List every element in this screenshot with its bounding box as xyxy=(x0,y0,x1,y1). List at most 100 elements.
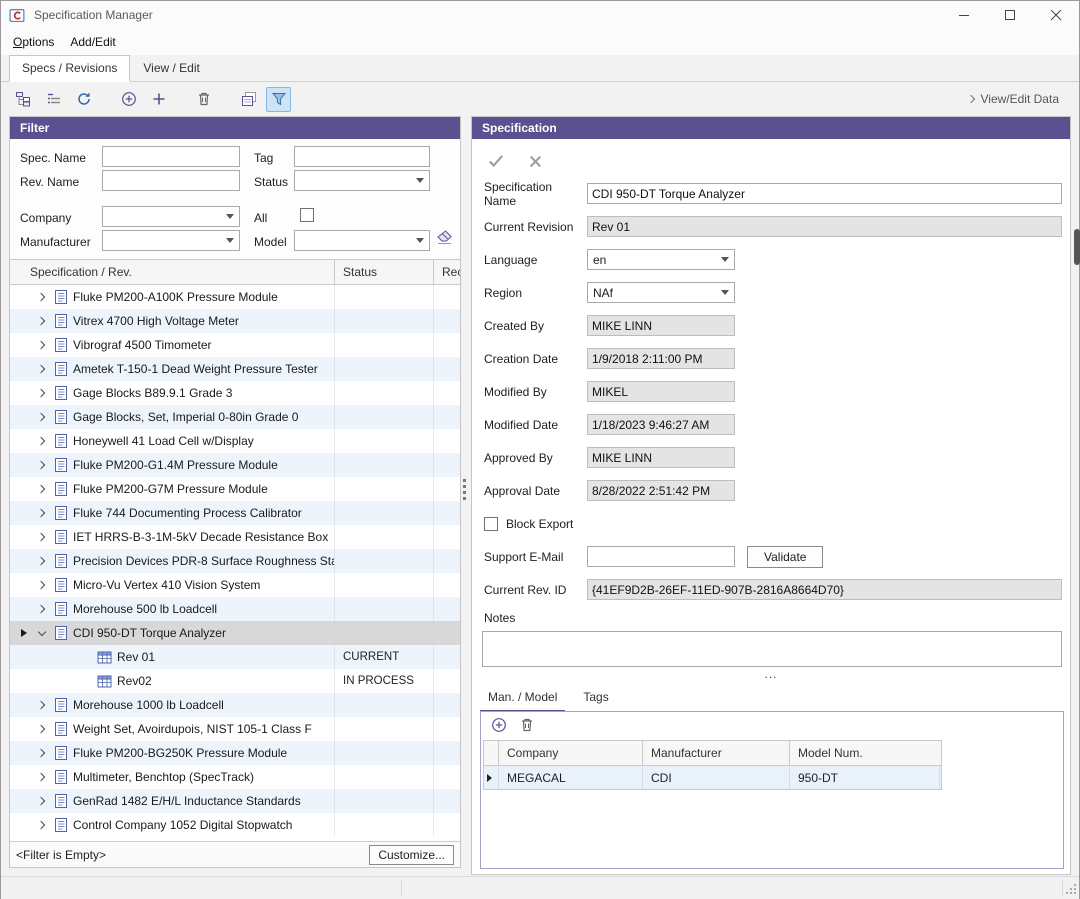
expand-chevron-icon[interactable] xyxy=(35,510,49,516)
refresh-icon[interactable] xyxy=(71,87,96,112)
expand-chevron-icon[interactable] xyxy=(35,462,49,468)
tree-row[interactable]: Morehouse 500 lb Loadcell xyxy=(10,597,460,621)
model-select[interactable] xyxy=(294,230,430,251)
column-header-rec[interactable]: Rec xyxy=(434,260,460,284)
tree-row[interactable]: Multimeter, Benchtop (SpecTrack) xyxy=(10,765,460,789)
expand-chevron-icon[interactable] xyxy=(35,822,49,828)
add-specification-icon[interactable] xyxy=(116,87,141,112)
tree-row[interactable]: Rev02 IN PROCESS xyxy=(10,669,460,693)
column-header-company[interactable]: Company xyxy=(499,741,643,765)
dropdown-arrow-icon[interactable] xyxy=(226,214,234,219)
tree-row[interactable]: Control Company 1052 Digital Stopwatch xyxy=(10,813,460,837)
tab-man-model[interactable]: Man. / Model xyxy=(480,685,565,712)
menu-add-edit[interactable]: Add/Edit xyxy=(62,31,123,53)
tree-row[interactable]: CDI 950-DT Torque Analyzer xyxy=(10,621,460,645)
tree-row[interactable]: Morehouse 1000 lb Loadcell xyxy=(10,693,460,717)
expand-levels-icon[interactable] xyxy=(41,87,66,112)
expand-chevron-icon[interactable] xyxy=(35,366,49,372)
tree-row[interactable]: IET HRRS-B-3-1M-5kV Decade Resistance Bo… xyxy=(10,525,460,549)
column-header-status[interactable]: Status xyxy=(335,260,434,284)
tree-row[interactable]: Vibrograf 4500 Timometer xyxy=(10,333,460,357)
expand-chevron-icon[interactable] xyxy=(35,774,49,780)
view-edit-data-link[interactable]: View/Edit Data xyxy=(968,92,1060,106)
tab-tags[interactable]: Tags xyxy=(575,685,616,712)
tag-input[interactable] xyxy=(294,146,430,167)
validate-button[interactable]: Validate xyxy=(747,546,823,568)
delete-icon[interactable] xyxy=(191,87,216,112)
tree-row[interactable]: Fluke PM200-A100K Pressure Module xyxy=(10,285,460,309)
expand-chevron-icon[interactable] xyxy=(35,726,49,732)
all-checkbox[interactable] xyxy=(300,208,314,222)
expand-chevron-icon[interactable] xyxy=(35,798,49,804)
column-header-manufacturer[interactable]: Manufacturer xyxy=(643,741,790,765)
hierarchy-view-icon[interactable] xyxy=(11,87,36,112)
expand-chevron-icon[interactable] xyxy=(35,702,49,708)
expand-chevron-icon[interactable] xyxy=(35,294,49,300)
tree-row[interactable]: Weight Set, Avoirdupois, NIST 105-1 Clas… xyxy=(10,717,460,741)
expand-chevron-icon[interactable] xyxy=(35,486,49,492)
tree-row[interactable]: Rev 01 CURRENT xyxy=(10,645,460,669)
man-model-row[interactable]: MEGACAL CDI 950-DT xyxy=(483,766,942,790)
panel-splitter[interactable] xyxy=(463,479,466,482)
spec-name-input[interactable] xyxy=(102,146,240,167)
tree-row[interactable]: Micro-Vu Vertex 410 Vision System xyxy=(10,573,460,597)
expand-chevron-icon[interactable] xyxy=(35,438,49,444)
expand-chevron-icon[interactable] xyxy=(35,606,49,612)
window-scrollbar-thumb[interactable] xyxy=(1074,229,1080,265)
specification-name-input[interactable] xyxy=(587,183,1062,204)
column-header-specification[interactable]: Specification / Rev. xyxy=(10,260,335,284)
accept-check-icon[interactable] xyxy=(484,149,508,173)
block-export-checkbox[interactable] xyxy=(484,517,498,531)
tree-row[interactable]: Fluke 744 Documenting Process Calibrator xyxy=(10,501,460,525)
dropdown-arrow-icon[interactable] xyxy=(416,178,424,183)
status-select[interactable] xyxy=(294,170,430,191)
notes-expander[interactable]: ... xyxy=(472,667,1070,681)
tree-row[interactable]: Precision Devices PDR-8 Surface Roughnes… xyxy=(10,549,460,573)
expand-chevron-icon[interactable] xyxy=(35,342,49,348)
cancel-x-icon[interactable] xyxy=(523,149,547,173)
expand-chevron-icon[interactable] xyxy=(35,582,49,588)
menu-options[interactable]: Options xyxy=(5,31,62,53)
dropdown-arrow-icon[interactable] xyxy=(721,257,729,262)
expand-chevron-icon[interactable] xyxy=(35,414,49,420)
tab-view-edit[interactable]: View / Edit xyxy=(130,55,212,82)
tree-row[interactable]: Honeywell 41 Load Cell w/Display xyxy=(10,429,460,453)
expand-chevron-icon[interactable] xyxy=(35,750,49,756)
tree-row[interactable]: Fluke PM200-G7M Pressure Module xyxy=(10,477,460,501)
tree-row[interactable]: GenRad 1482 E/H/L Inductance Standards xyxy=(10,789,460,813)
add-man-model-icon[interactable] xyxy=(491,717,507,736)
expand-chevron-icon[interactable] xyxy=(35,558,49,564)
manufacturer-select[interactable] xyxy=(102,230,240,251)
notes-textarea[interactable] xyxy=(482,631,1062,667)
tab-specs-revisions[interactable]: Specs / Revisions xyxy=(9,55,130,82)
column-header-model-num[interactable]: Model Num. xyxy=(790,741,940,765)
minimize-button[interactable] xyxy=(941,1,987,29)
dropdown-arrow-icon[interactable] xyxy=(416,238,424,243)
tree-row[interactable]: Vitrex 4700 High Voltage Meter xyxy=(10,309,460,333)
rev-name-input[interactable] xyxy=(102,170,240,191)
expand-chevron-icon[interactable] xyxy=(35,631,49,635)
clear-filter-eraser-icon[interactable] xyxy=(434,228,454,249)
maximize-button[interactable] xyxy=(987,1,1033,29)
close-button[interactable] xyxy=(1033,1,1079,29)
tree-row[interactable]: Fluke PM200-G1.4M Pressure Module xyxy=(10,453,460,477)
customize-button[interactable]: Customize... xyxy=(369,845,454,865)
company-select[interactable] xyxy=(102,206,240,227)
resize-grip-icon[interactable] xyxy=(1064,882,1077,898)
expand-chevron-icon[interactable] xyxy=(35,390,49,396)
tree-row[interactable]: Gage Blocks B89.9.1 Grade 3 xyxy=(10,381,460,405)
tree-row[interactable]: Ametek T-150-1 Dead Weight Pressure Test… xyxy=(10,357,460,381)
tree-row[interactable]: Gage Blocks, Set, Imperial 0-80in Grade … xyxy=(10,405,460,429)
dropdown-arrow-icon[interactable] xyxy=(226,238,234,243)
filter-icon[interactable] xyxy=(266,87,291,112)
copy-grid-icon[interactable] xyxy=(236,87,261,112)
add-revision-icon[interactable] xyxy=(146,87,171,112)
delete-man-model-icon[interactable] xyxy=(519,717,535,736)
dropdown-arrow-icon[interactable] xyxy=(721,290,729,295)
support-email-input[interactable] xyxy=(587,546,735,567)
expand-chevron-icon[interactable] xyxy=(35,318,49,324)
language-select[interactable]: en xyxy=(587,249,735,270)
region-select[interactable]: NAf xyxy=(587,282,735,303)
tree-row[interactable]: Fluke PM200-BG250K Pressure Module xyxy=(10,741,460,765)
expand-chevron-icon[interactable] xyxy=(35,534,49,540)
